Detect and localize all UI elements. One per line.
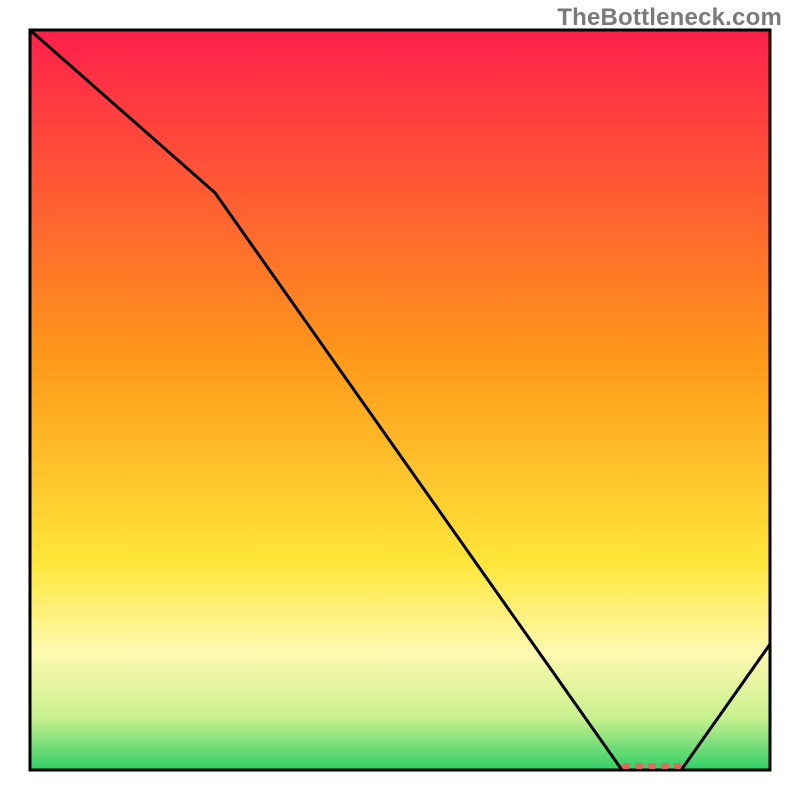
plot-background <box>30 30 770 770</box>
chart-stage: TheBottleneck.com <box>0 0 800 800</box>
chart-svg <box>0 0 800 800</box>
